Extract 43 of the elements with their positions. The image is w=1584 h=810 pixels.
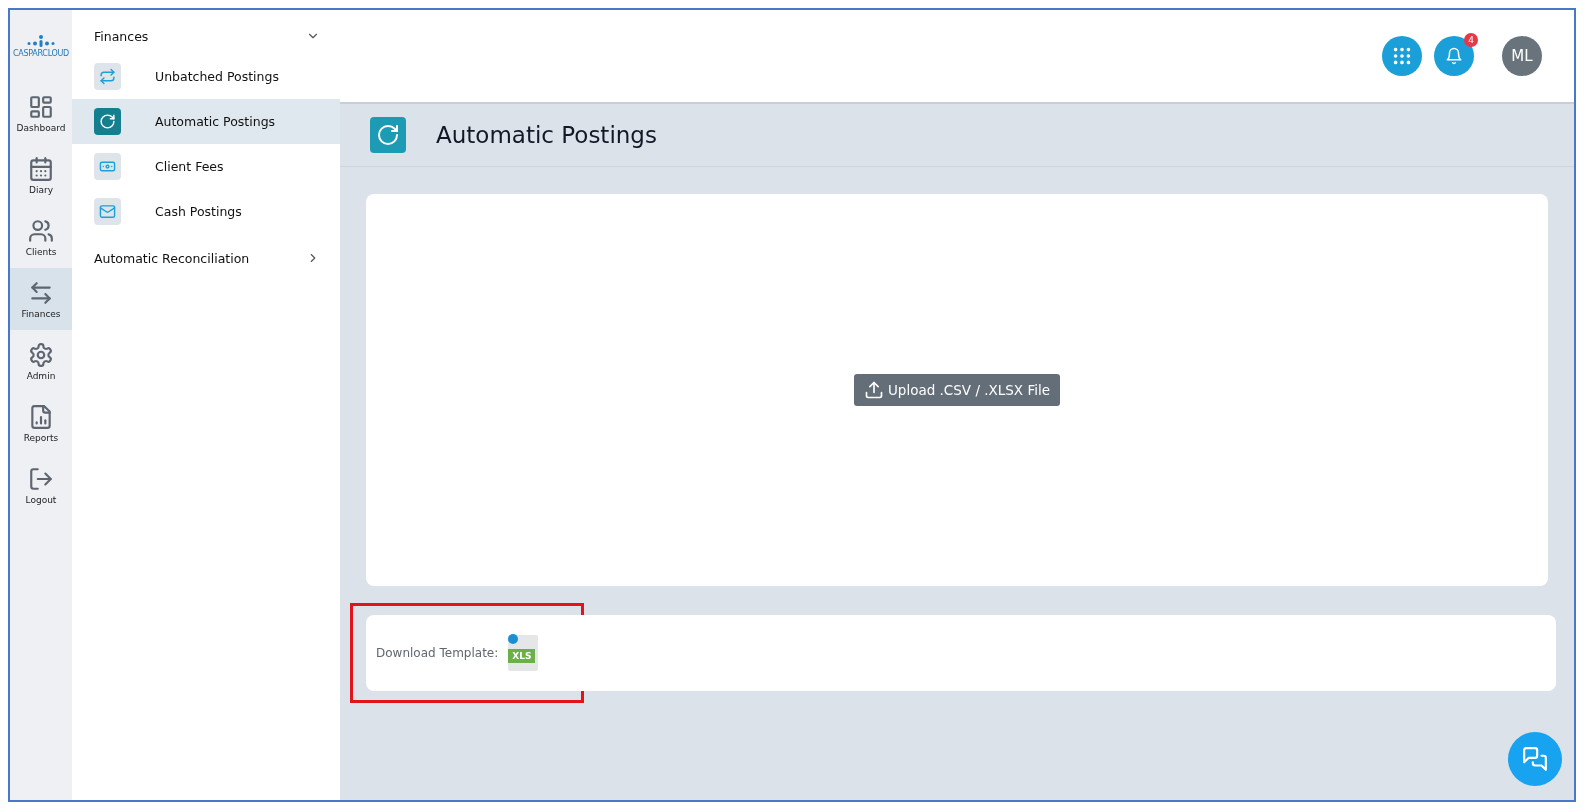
refresh-icon [370, 117, 406, 153]
nav-item[interactable]: Clients [10, 206, 72, 268]
nav-item[interactable]: Finances [10, 268, 72, 330]
section-title: Automatic Reconciliation [94, 250, 250, 266]
people-icon [28, 217, 54, 244]
submenu-label: Automatic Postings [155, 114, 276, 129]
chat-icon [1522, 746, 1548, 772]
section-title: Finances [94, 28, 149, 44]
submenu-item[interactable]: Unbatched Postings [72, 54, 340, 99]
notification-badge: 4 [1464, 33, 1478, 47]
nav-item[interactable]: Diary [10, 144, 72, 206]
nav-item[interactable]: Admin [10, 330, 72, 392]
banknote-icon [94, 153, 121, 180]
nav-item[interactable]: Reports [10, 392, 72, 454]
bell-icon [1445, 47, 1463, 65]
submenu-label: Cash Postings [155, 204, 242, 219]
report-icon [28, 403, 54, 430]
submenu-item[interactable]: Cash Postings [72, 189, 340, 234]
avatar[interactable]: ML [1502, 36, 1542, 76]
upload-button[interactable]: Upload .CSV / .XLSX File [854, 374, 1060, 406]
logo-text: CASPARCLOUD [13, 48, 69, 58]
dashboard-icon [28, 93, 54, 120]
page-title: Automatic Postings [436, 122, 657, 148]
menu-section[interactable]: Automatic Reconciliation [72, 240, 340, 276]
menu-section[interactable]: Finances [72, 18, 340, 54]
calendar-icon [28, 155, 54, 182]
submenu-item[interactable]: Client Fees [72, 144, 340, 189]
settings-icon [28, 341, 54, 368]
submenu-label: Unbatched Postings [155, 69, 279, 84]
submenu-item[interactable]: Automatic Postings [72, 99, 340, 144]
arrows-icon [28, 279, 54, 306]
logout-icon [28, 465, 54, 492]
exchange-icon [94, 63, 121, 90]
refresh-icon [94, 108, 121, 135]
nav-item[interactable]: Dashboard [10, 82, 72, 144]
grid-icon [1391, 45, 1413, 67]
download-label: Download Template: [376, 646, 499, 660]
upload-icon [864, 380, 884, 400]
envelope-icon [94, 198, 121, 225]
apps-button[interactable] [1382, 36, 1422, 76]
nav-item[interactable]: Logout [10, 454, 72, 516]
logo-icon [26, 34, 56, 47]
submenu-label: Client Fees [155, 159, 224, 174]
